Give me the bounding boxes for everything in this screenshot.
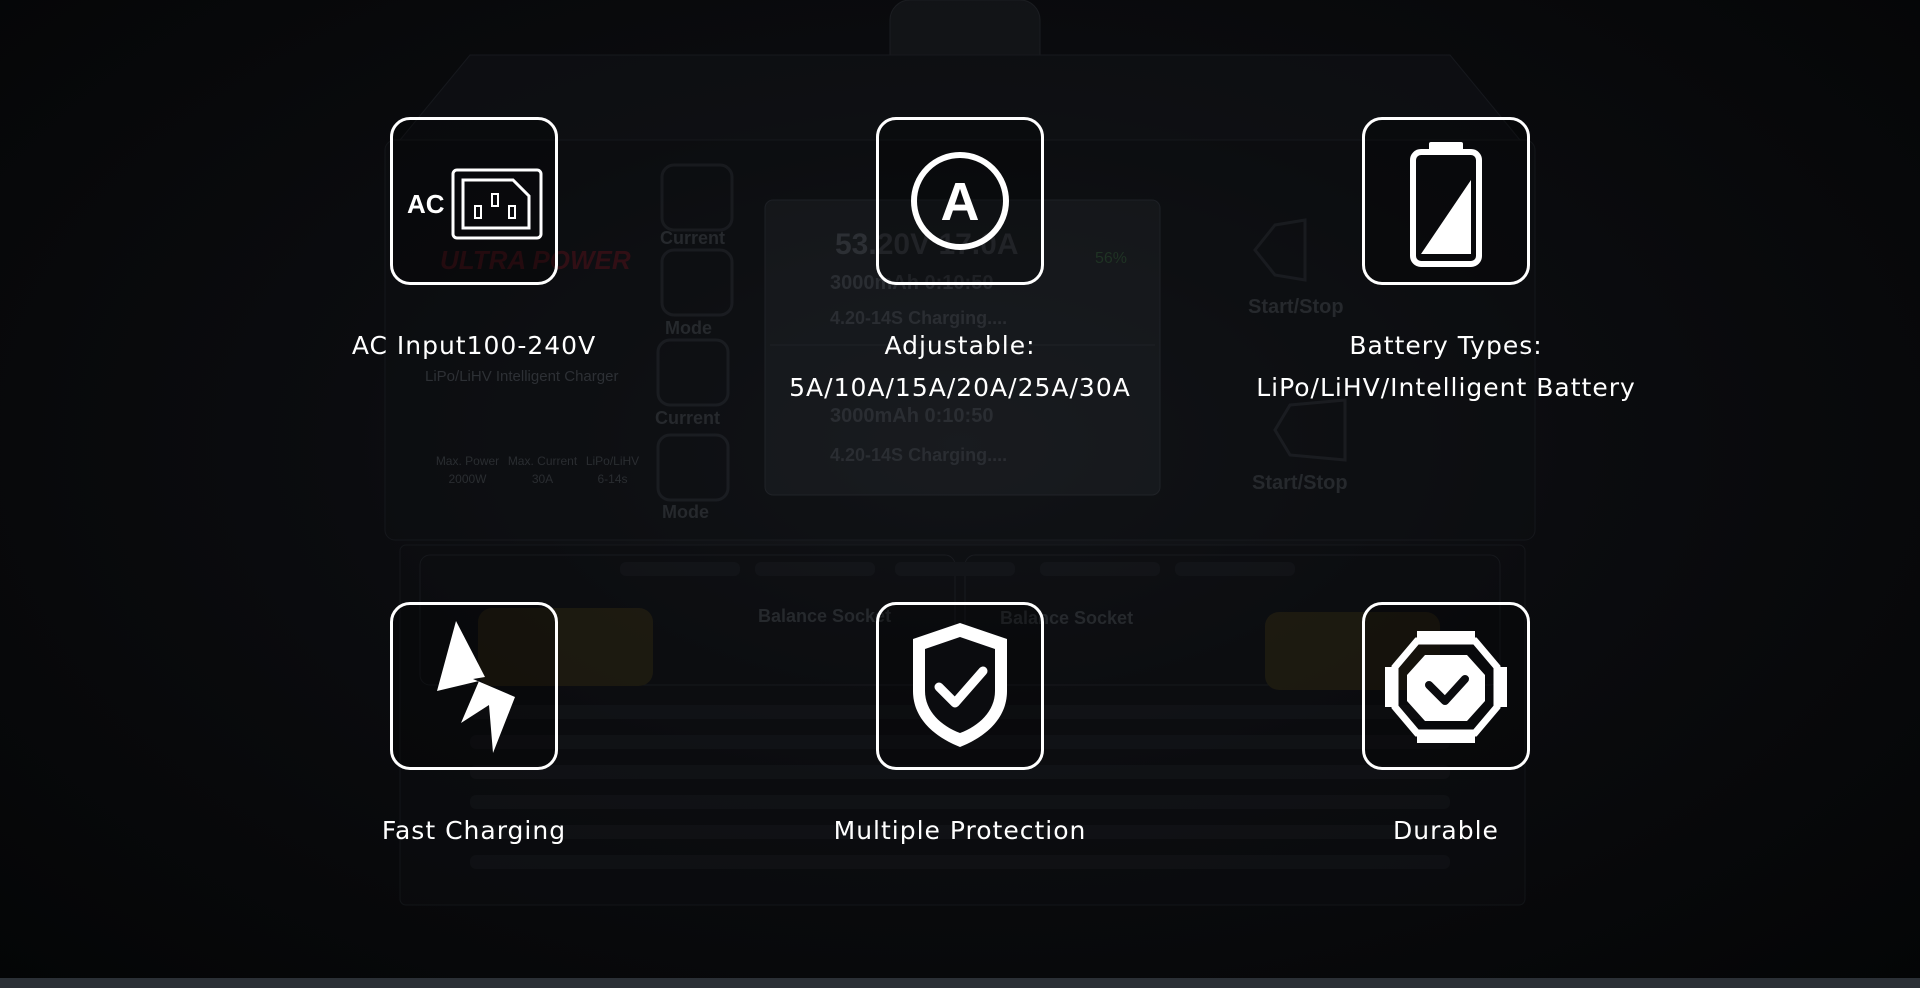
ac-icon-label: AC <box>407 189 445 219</box>
durable-frame-icon <box>1362 602 1530 770</box>
bg-start-stop-2: Start/Stop <box>1252 472 1348 494</box>
bg-spec-3: LiPo/LiHV 6-14s <box>585 454 640 486</box>
feature-caption: Fast Charging <box>214 810 734 852</box>
ampere-icon: A <box>876 117 1044 285</box>
caption-line-1: Battery Types: <box>1349 331 1543 360</box>
feature-caption: Adjustable: 5A/10A/15A/20A/25A/30A <box>700 325 1220 409</box>
battery-icon <box>1362 117 1530 285</box>
caption-line-1: AC Input100-240V <box>351 331 597 360</box>
caption-line-1: Multiple Protection <box>833 816 1087 845</box>
feature-fast-charging: Fast Charging <box>214 602 734 852</box>
feature-caption: Durable <box>1186 810 1706 852</box>
caption-line-1: Adjustable: <box>884 331 1036 360</box>
feature-caption: AC Input100-240V <box>214 325 734 367</box>
caption-line-2: LiPo/LiHV/Intelligent Battery <box>1256 373 1636 402</box>
caption-line-1: Durable <box>1393 816 1499 845</box>
bg-button-label-3: Current <box>655 408 721 428</box>
ampere-icon-label: A <box>941 172 980 232</box>
bg-display-ch2-status: 4.20-14S Charging.... <box>830 445 1008 465</box>
bg-button-label-4: Mode <box>662 502 709 522</box>
bottom-divider <box>0 978 1920 988</box>
feature-caption: Battery Types: LiPo/LiHV/Intelligent Bat… <box>1186 325 1706 409</box>
feature-ac-input: AC AC Input100-240V <box>214 117 734 367</box>
feature-durable: Durable <box>1186 602 1706 852</box>
lightning-icon <box>390 602 558 770</box>
bg-subtitle: LiPo/LiHV Intelligent Charger <box>425 368 619 385</box>
feature-adjustable: A Adjustable: 5A/10A/15A/20A/25A/30A <box>700 117 1220 409</box>
caption-line-1: Fast Charging <box>381 816 567 845</box>
feature-banner: ULTRA POWER LiPo/LiHV Intelligent Charge… <box>0 0 1920 988</box>
feature-battery-types: Battery Types: LiPo/LiHV/Intelligent Bat… <box>1186 117 1706 409</box>
feature-caption: Multiple Protection <box>700 810 1220 852</box>
ac-plug-icon: AC <box>390 117 558 285</box>
caption-line-2: 5A/10A/15A/20A/25A/30A <box>789 373 1131 402</box>
shield-check-icon <box>876 602 1044 770</box>
feature-multiple-protection: Multiple Protection <box>700 602 1220 852</box>
